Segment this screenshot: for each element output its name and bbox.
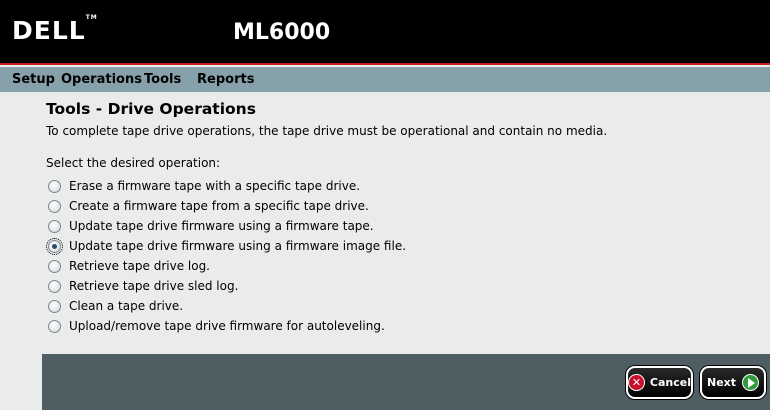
option-label: Erase a firmware tape with a specific ta…: [69, 179, 361, 193]
product-title: ML6000: [233, 20, 331, 45]
option-update-firmware-tape[interactable]: Update tape drive firmware using a firmw…: [48, 217, 468, 235]
menu-setup[interactable]: Setup: [12, 72, 55, 87]
radio-button[interactable]: [48, 279, 61, 293]
radio-button[interactable]: [48, 199, 61, 213]
menu-tools[interactable]: Tools: [144, 72, 181, 87]
radio-button[interactable]: [46, 237, 63, 255]
cancel-label: Cancel: [649, 376, 691, 389]
option-create-firmware-tape[interactable]: Create a firmware tape from a specific t…: [48, 197, 468, 215]
next-button[interactable]: Next: [700, 366, 766, 399]
button-footer: ✕ Cancel Next: [42, 354, 770, 410]
option-update-firmware-image[interactable]: Update tape drive firmware using a firmw…: [46, 237, 468, 255]
option-label: Update tape drive firmware using a firmw…: [69, 239, 407, 253]
radio-button[interactable]: [48, 299, 61, 313]
option-label: Create a firmware tape from a specific t…: [69, 199, 369, 213]
option-label: Retrieve tape drive log.: [69, 259, 210, 273]
option-label: Clean a tape drive.: [69, 299, 184, 313]
menu-bar: Setup Operations Tools Reports: [0, 67, 770, 92]
dell-logo: DELLTM: [12, 14, 98, 45]
menu-operations[interactable]: Operations: [61, 72, 142, 87]
option-label: Update tape drive firmware using a firmw…: [69, 219, 374, 233]
select-prompt: Select the desired operation:: [46, 156, 221, 170]
radio-button[interactable]: [48, 219, 61, 233]
arrow-right-icon: [742, 374, 760, 391]
close-icon: ✕: [628, 374, 645, 391]
instruction-text: To complete tape drive operations, the t…: [46, 124, 608, 138]
option-retrieve-drive-log[interactable]: Retrieve tape drive log.: [48, 257, 468, 275]
option-label: Upload/remove tape drive firmware for au…: [69, 319, 385, 333]
cancel-button[interactable]: ✕ Cancel: [626, 366, 693, 399]
page-title: Tools - Drive Operations: [46, 100, 256, 118]
app-header: DELLTM ML6000: [0, 0, 770, 65]
option-retrieve-sled-log[interactable]: Retrieve tape drive sled log.: [48, 277, 468, 295]
menu-reports[interactable]: Reports: [197, 72, 254, 87]
option-label: Retrieve tape drive sled log.: [69, 279, 239, 293]
option-upload-autoleveling[interactable]: Upload/remove tape drive firmware for au…: [48, 317, 468, 335]
next-label: Next: [706, 376, 737, 389]
radio-button[interactable]: [48, 259, 61, 273]
option-erase-firmware-tape[interactable]: Erase a firmware tape with a specific ta…: [48, 177, 468, 195]
option-clean-drive[interactable]: Clean a tape drive.: [48, 297, 468, 315]
main-content: Tools - Drive Operations To complete tap…: [0, 92, 770, 354]
radio-button[interactable]: [48, 179, 61, 193]
radio-button[interactable]: [48, 319, 61, 333]
